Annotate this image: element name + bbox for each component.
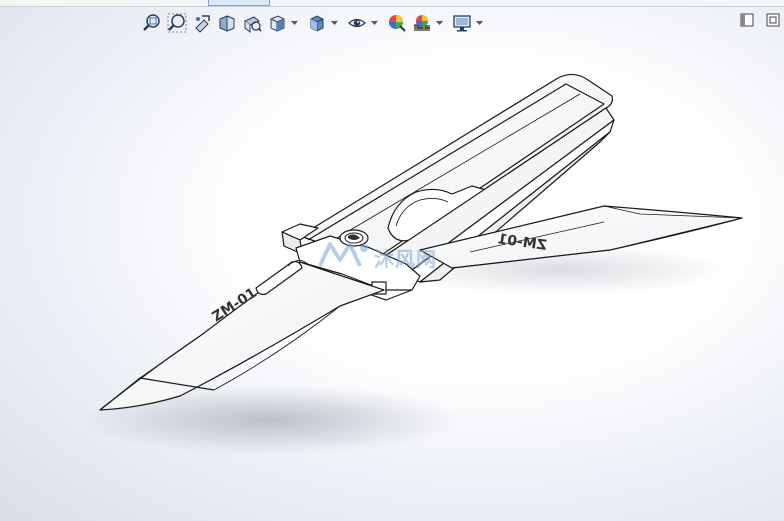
watermark: 沐风网 <box>318 240 437 274</box>
graphics-area[interactable]: ZM-01 ZM-01 沐风网 <box>0 0 784 521</box>
watermark-text: 沐风网 <box>374 246 437 271</box>
mufeng-logo-icon <box>318 240 370 274</box>
